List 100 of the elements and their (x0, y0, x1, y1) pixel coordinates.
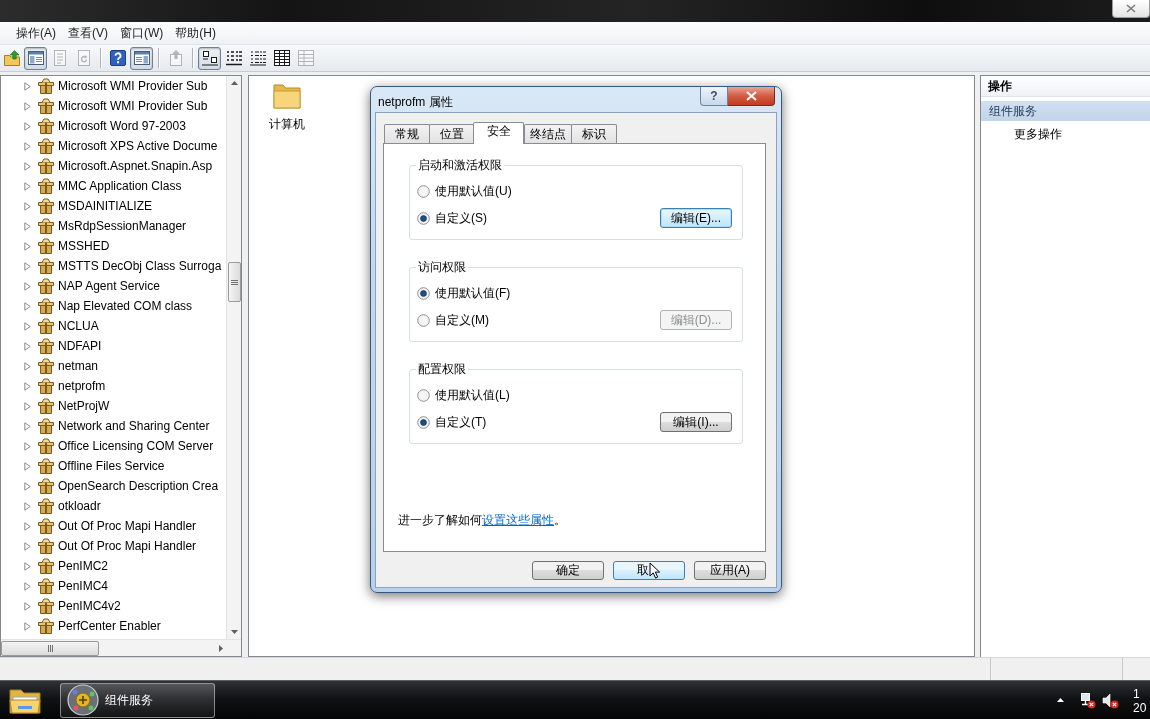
expander-triangle-icon[interactable] (24, 121, 31, 131)
tree-item-label[interactable]: netman (58, 359, 99, 373)
menu-item[interactable]: 窗口(W) (114, 23, 170, 43)
package-icon (38, 258, 54, 274)
expander-triangle-icon[interactable] (24, 481, 31, 491)
expander-triangle-icon[interactable] (24, 281, 31, 291)
scrollbar-thumb[interactable] (227, 262, 241, 302)
expander-triangle-icon[interactable] (24, 421, 31, 431)
expander-triangle-icon[interactable] (24, 601, 31, 611)
radio-button[interactable] (417, 415, 430, 429)
expander-triangle-icon[interactable] (24, 341, 31, 351)
toolbar-button[interactable] (130, 46, 153, 70)
speaker-icon[interactable] (1102, 691, 1119, 709)
action-link[interactable]: 更多操作 (981, 124, 1150, 144)
tree-item-label[interactable]: PenIMC4v2 (58, 599, 121, 613)
tree-item-label[interactable]: OpenSearch Description Crea (58, 479, 219, 493)
expander-triangle-icon[interactable] (24, 361, 31, 371)
expander-triangle-icon[interactable] (24, 141, 31, 151)
radio-button[interactable] (417, 388, 430, 402)
tree-item-label[interactable]: PenIMC2 (58, 559, 109, 573)
expander-triangle-icon[interactable] (24, 221, 31, 231)
menu-item[interactable]: 帮助(H) (169, 23, 222, 43)
tab[interactable]: 常规 (384, 124, 430, 143)
tree-item-label[interactable]: MSTTS DecObj Class Surroga (58, 259, 222, 273)
radio-button[interactable] (417, 211, 430, 225)
tab[interactable]: 终结点 (524, 124, 572, 143)
toolbar-button[interactable] (24, 46, 47, 70)
tree-item-label[interactable]: Out Of Proc Mapi Handler (58, 539, 197, 553)
radio-label[interactable]: 自定义(T) (435, 413, 487, 431)
scrollbar-thumb[interactable] (1, 640, 99, 656)
expander-triangle-icon[interactable] (24, 161, 31, 171)
tree-item-label[interactable]: otkloadr (58, 499, 101, 513)
menu-item[interactable]: 操作(A) (10, 23, 62, 43)
radio-button[interactable] (417, 184, 430, 198)
expander-triangle-icon[interactable] (24, 201, 31, 211)
tree-item-label[interactable]: Microsoft.Aspnet.Snapin.Asp (58, 159, 213, 173)
tree-item-label[interactable]: NDFAPI (58, 339, 102, 353)
tab[interactable]: 安全 (473, 122, 524, 144)
expander-triangle-icon[interactable] (24, 581, 31, 591)
radio-button[interactable] (417, 313, 430, 327)
tab[interactable]: 标识 (571, 124, 617, 143)
expander-triangle-icon[interactable] (24, 401, 31, 411)
tree-item-label[interactable]: netprofm (58, 379, 106, 393)
expander-triangle-icon[interactable] (24, 521, 31, 531)
tree-item-label[interactable]: NCLUA (58, 319, 99, 333)
tree-item-label[interactable]: Office Licensing COM Server (58, 439, 214, 453)
expander-triangle-icon[interactable] (24, 541, 31, 551)
expander-triangle-icon[interactable] (24, 621, 31, 631)
tab[interactable]: 位置 (429, 124, 475, 143)
expander-triangle-icon[interactable] (24, 301, 31, 311)
taskbar-button[interactable]: 组件服务 (60, 682, 215, 718)
tree-item-label[interactable]: PerfCenter Enabler (58, 619, 161, 633)
radio-button[interactable] (417, 286, 430, 300)
expander-triangle-icon[interactable] (24, 501, 31, 511)
dialog-button[interactable]: 确定 (532, 561, 604, 580)
tree-item-label[interactable]: MSSHED (58, 239, 110, 253)
radio-label[interactable]: 使用默认值(F) (435, 284, 511, 302)
menu-item[interactable]: 查看(V) (62, 23, 114, 43)
tree-item-label[interactable]: Nap Elevated COM class (58, 299, 193, 313)
dialog-button[interactable]: 应用(A) (694, 561, 766, 580)
window-close-button[interactable] (1112, 0, 1150, 18)
network-icon[interactable] (1079, 691, 1096, 709)
tree-item-label[interactable]: PenIMC4 (58, 579, 109, 593)
expander-triangle-icon[interactable] (24, 241, 31, 251)
expander-triangle-icon[interactable] (24, 81, 31, 91)
actions-section[interactable]: 组件服务 (981, 101, 1150, 121)
toolbar-button[interactable] (198, 46, 221, 70)
tree-item-label[interactable]: Microsoft WMI Provider Sub (58, 79, 208, 93)
tree-item-label[interactable]: NAP Agent Service (58, 279, 160, 293)
tree-item-label[interactable]: Microsoft WMI Provider Sub (58, 99, 208, 113)
expander-triangle-icon[interactable] (24, 181, 31, 191)
horizontal-scrollbar[interactable] (1, 639, 241, 656)
tree-item-label[interactable]: MsRdpSessionManager (58, 219, 187, 233)
tree-item-label[interactable]: Offline Files Service (58, 459, 165, 473)
expander-triangle-icon[interactable] (24, 381, 31, 391)
radio-label[interactable]: 自定义(M) (435, 311, 489, 329)
help-button[interactable]: ? (700, 87, 728, 106)
tree-item-label[interactable]: MSDAINITIALIZE (58, 199, 152, 213)
close-button[interactable] (728, 87, 775, 106)
edit-button[interactable]: 编辑(E)... (660, 208, 732, 228)
expander-triangle-icon[interactable] (24, 561, 31, 571)
expander-triangle-icon[interactable] (24, 441, 31, 451)
expander-triangle-icon[interactable] (24, 461, 31, 471)
dialog-button[interactable]: 取 (613, 561, 685, 580)
item-label[interactable]: 计算机 (269, 116, 305, 133)
tree-item-label[interactable]: Out Of Proc Mapi Handler (58, 519, 197, 533)
tree-item-label[interactable]: NetProjW (58, 399, 110, 413)
radio-label[interactable]: 使用默认值(U) (435, 182, 512, 200)
tree-item-label[interactable]: Microsoft Word 97-2003 (58, 119, 186, 133)
tree-item-label[interactable]: MMC Application Class (58, 179, 182, 193)
vertical-scrollbar[interactable] (226, 76, 241, 639)
help-link[interactable]: 设置这些属性 (482, 513, 554, 527)
tree-item-label[interactable]: Network and Sharing Center (58, 419, 210, 433)
radio-label[interactable]: 自定义(S) (435, 209, 487, 227)
edit-button[interactable]: 编辑(I)... (660, 412, 732, 432)
expander-triangle-icon[interactable] (24, 261, 31, 271)
expander-triangle-icon[interactable] (24, 321, 31, 331)
expander-triangle-icon[interactable] (24, 101, 31, 111)
radio-label[interactable]: 使用默认值(L) (435, 386, 510, 404)
tree-item-label[interactable]: Microsoft XPS Active Docume (58, 139, 218, 153)
